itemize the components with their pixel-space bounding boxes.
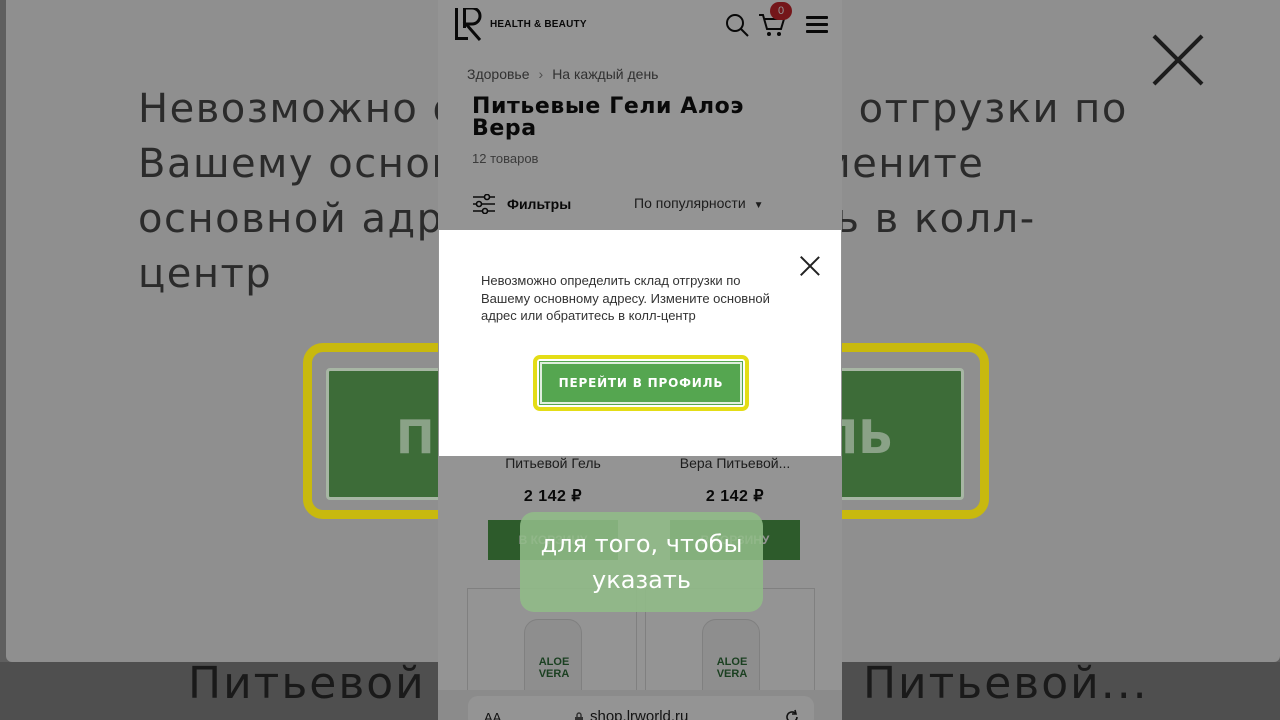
go-to-profile-button[interactable]: ПЕРЕЙТИ В ПРОФИЛЬ <box>539 361 743 405</box>
video-subtitle: для того, чтобы указать <box>520 512 763 612</box>
close-icon[interactable] <box>799 255 821 277</box>
phone-screen: HEALTH & BEAUTY 0 Здоровье › На каждый ден… <box>438 0 842 720</box>
background-bottom-text-left: Питьевой <box>188 658 426 709</box>
background-close-icon <box>1150 32 1206 88</box>
warehouse-error-dialog: Невозможно определить склад отгрузки по … <box>439 230 841 456</box>
dialog-message: Невозможно определить склад отгрузки по … <box>481 273 770 324</box>
background-bottom-text-right: а Питьевой... <box>818 658 1149 709</box>
